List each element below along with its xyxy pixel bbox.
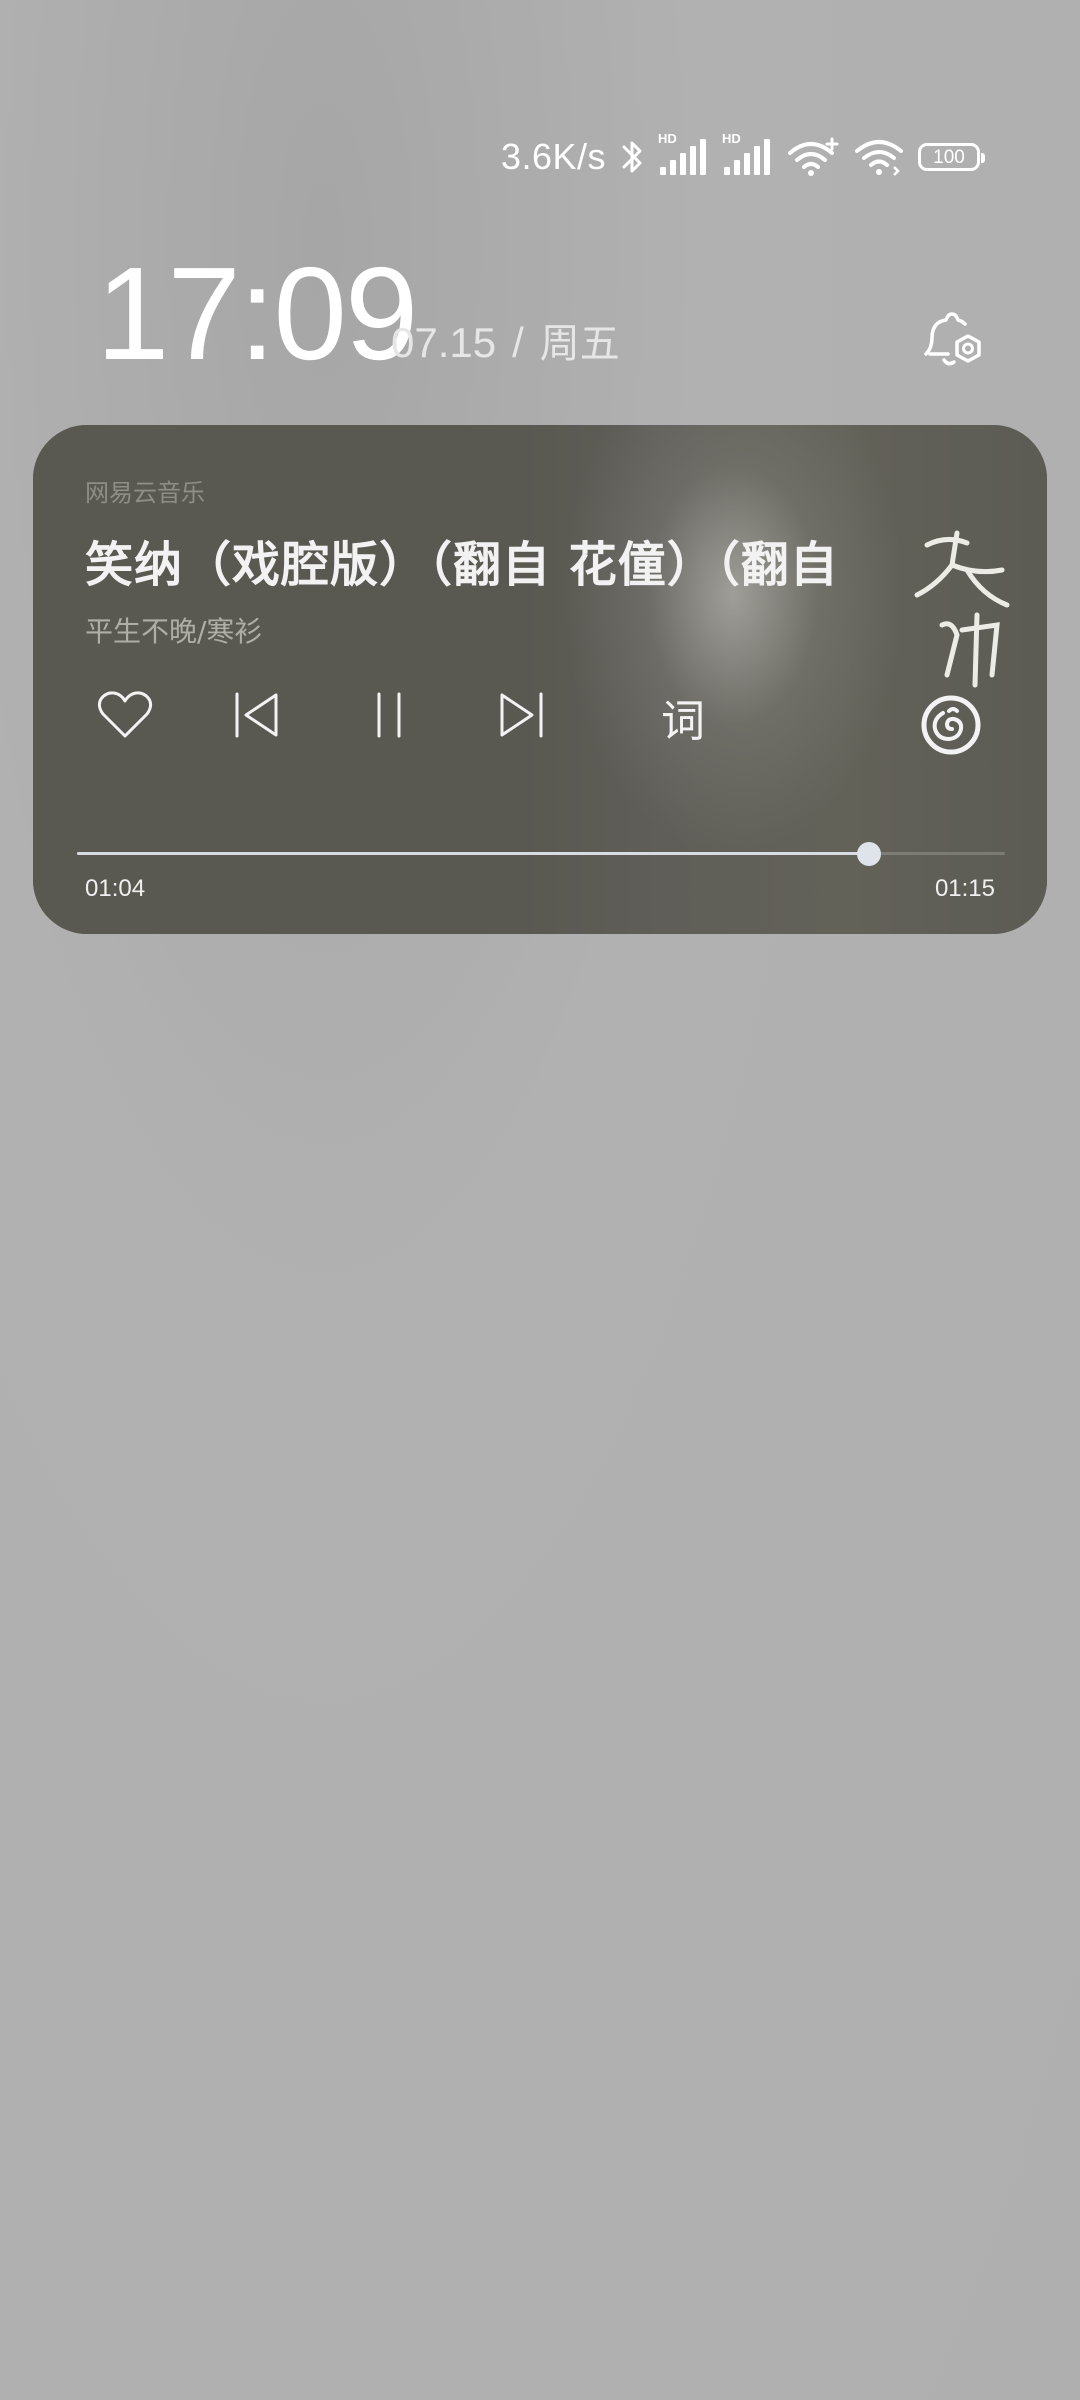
notification-settings-icon[interactable] — [918, 308, 988, 378]
next-button[interactable] — [491, 687, 551, 747]
lockscreen-date: 07.15 / 周五 — [391, 319, 620, 367]
battery-level: 100 — [933, 146, 965, 168]
bluetooth-icon — [620, 137, 644, 177]
pause-button[interactable] — [359, 687, 419, 747]
cellular-signal-1-icon: HD — [658, 131, 708, 177]
lyrics-button[interactable]: 词 — [653, 687, 713, 747]
battery-icon: 100 — [918, 143, 985, 171]
skip-next-icon — [496, 690, 546, 744]
skip-previous-icon — [232, 690, 282, 744]
network-speed: 3.6K/s — [500, 136, 606, 177]
current-time: 01:04 — [85, 875, 146, 902]
progress-thumb[interactable] — [856, 842, 881, 866]
playback-progress-bar[interactable] — [77, 842, 1005, 866]
pause-icon — [369, 690, 409, 744]
wifi-icon — [854, 137, 904, 177]
status-bar: 3.6K/s HD HD 100 — [500, 130, 985, 184]
total-time: 01:15 — [934, 875, 995, 902]
previous-button[interactable] — [227, 687, 287, 747]
music-player-card[interactable]: 网易云音乐 笑纳（戏腔版）（翻自 花僮）（翻自 平生不晚/寒衫 词 01:04 … — [33, 425, 1047, 934]
wifi-hotspot-icon — [786, 137, 840, 177]
date-text: 07.15 — [391, 319, 497, 366]
artist-name: 平生不晚/寒衫 — [85, 615, 263, 648]
progress-fill — [77, 852, 869, 855]
weekday-text: 周五 — [539, 321, 620, 367]
like-button[interactable] — [95, 687, 155, 747]
lockscreen-clock: 17:09 — [96, 240, 418, 387]
cellular-signal-2-icon: HD — [722, 131, 772, 177]
date-separator: / — [512, 319, 524, 366]
song-title: 笑纳（戏腔版）（翻自 花僮）（翻自 — [85, 537, 839, 593]
netease-music-logo-icon[interactable] — [921, 695, 981, 755]
heart-icon — [97, 690, 153, 744]
source-app-name: 网易云音乐 — [85, 479, 205, 507]
